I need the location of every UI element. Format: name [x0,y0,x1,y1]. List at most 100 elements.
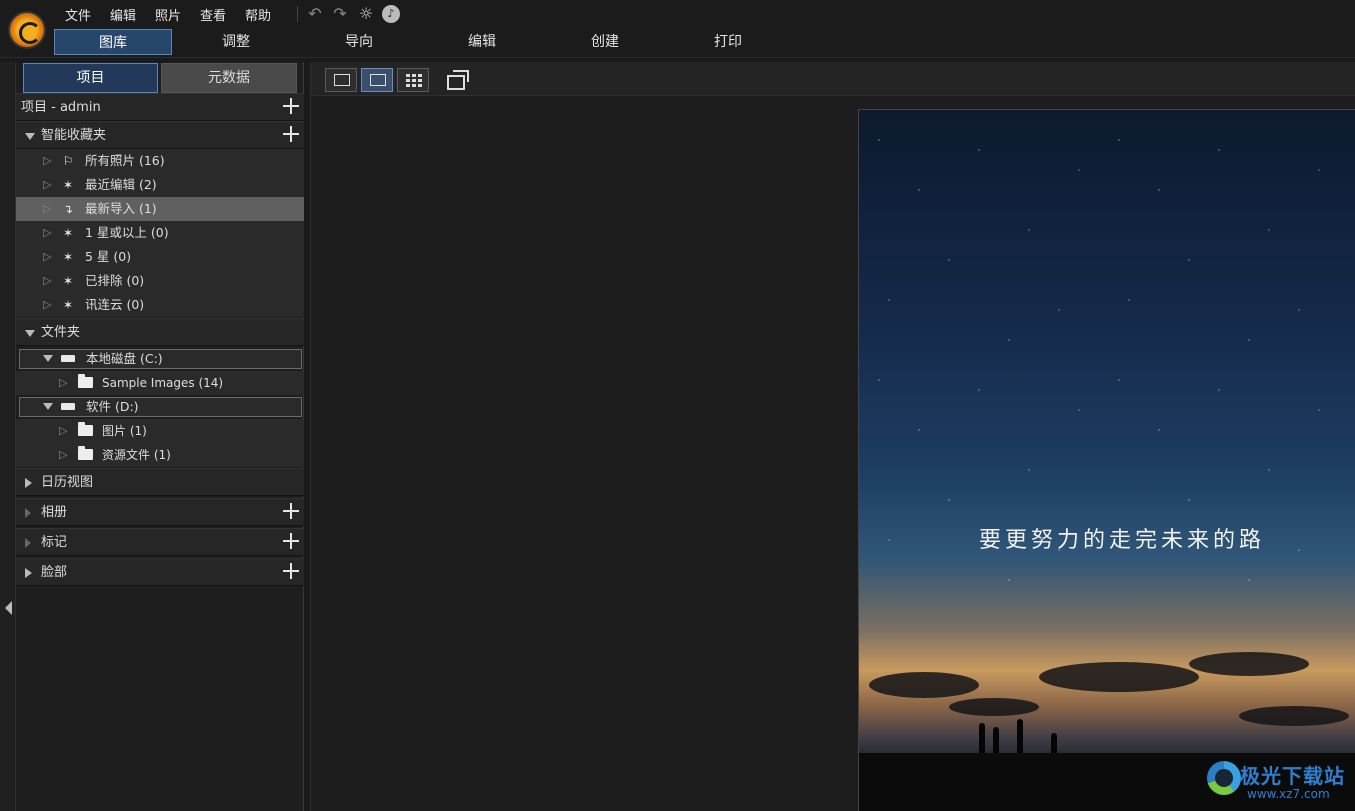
project-header-label: 项目 - admin [21,100,101,115]
list-item-label: 1 星或以上 (0) [85,225,169,240]
cloud [1039,662,1199,692]
add-smart-collection-icon[interactable] [283,126,299,142]
folder-item[interactable]: ▷ 图片 (1) [16,419,304,443]
chevron-right-icon[interactable]: ▷ [59,371,67,395]
drive-item-c[interactable]: 本地磁盘 (C:) [19,349,302,369]
grid-icon [406,74,422,87]
smart-collections-label: 智能收藏夹 [41,128,107,143]
faces-header[interactable]: 脸部 [16,558,304,586]
calendar-header[interactable]: 日历视图 [16,468,304,496]
drive-icon [61,403,75,410]
silhouette [993,727,999,753]
albums-header[interactable]: 相册 [16,498,304,526]
folder-label: Sample Images (14) [102,376,224,390]
starfield [859,110,1355,587]
folders-label: 文件夹 [41,325,81,340]
tab-create[interactable]: 创建 [564,29,646,55]
chevron-right-icon[interactable]: ▷ [43,197,51,221]
tab-metadata[interactable]: 元数据 [161,63,297,93]
list-item-label: 最近编辑 (2) [85,177,157,192]
folders-header[interactable]: 文件夹 [16,318,304,346]
menu-view[interactable]: 查看 [200,5,226,24]
add-project-icon[interactable] [283,98,299,114]
calendar-label: 日历视图 [41,475,94,490]
magic-wand-icon: ✶ [62,226,74,240]
bell-icon[interactable]: ♪ [382,5,400,23]
expand-right-icon[interactable] [25,478,32,488]
module-tabs: 图库 调整 导向 编辑 创建 打印 [0,28,1355,58]
browser-view-icon [334,74,350,86]
list-item[interactable]: ▷ ↴ 最新导入 (1) [16,197,304,221]
magic-wand-icon: ✶ [62,250,74,264]
hierarchy-icon: ⚐ [62,154,74,168]
chevron-right-icon[interactable]: ▷ [43,149,51,173]
cloud [1239,706,1349,726]
tab-adjust[interactable]: 调整 [195,29,277,55]
folder-item[interactable]: ▷ 资源文件 (1) [16,443,304,467]
single-view-button[interactable] [361,68,393,92]
folder-icon [76,446,94,463]
menu-photo[interactable]: 照片 [155,5,181,24]
cloud [869,672,979,698]
folder-item[interactable]: ▷ Sample Images (14) [16,371,304,395]
panel-collapse-bar[interactable] [0,62,16,811]
folder-label: 图片 (1) [102,424,147,438]
browser-view-button[interactable] [325,68,357,92]
tab-edit[interactable]: 编辑 [441,29,523,55]
add-album-icon[interactable] [283,503,299,519]
silhouette [979,723,985,753]
chevron-right-icon[interactable]: ▷ [43,293,51,317]
chevron-right-icon[interactable]: ▷ [43,269,51,293]
tab-projects[interactable]: 项目 [23,63,158,93]
list-item-label: 已排除 (0) [85,273,145,288]
add-tag-icon[interactable] [283,533,299,549]
cloud [949,698,1039,716]
tags-header[interactable]: 标记 [16,528,304,556]
drive-label: 本地磁盘 (C:) [86,351,163,366]
smart-collections-header[interactable]: 智能收藏夹 [16,121,304,149]
view-toolbar [311,62,1355,96]
menu-divider [297,6,298,22]
chevron-right-icon[interactable]: ▷ [43,221,51,245]
expand-down-icon[interactable] [43,355,53,362]
app-logo-icon [8,11,46,49]
list-item[interactable]: ▷ ✶ 1 星或以上 (0) [16,221,304,245]
drive-item-d[interactable]: 软件 (D:) [19,397,302,417]
list-item-label: 最新导入 (1) [85,201,157,216]
redo-icon[interactable]: ↷ [331,5,349,23]
grid-view-button[interactable] [397,68,429,92]
menu-bar: 文件 编辑 照片 查看 帮助 ↶ ↷ ☼ ♪ [0,0,1355,28]
list-item[interactable]: ▷ ✶ 讯连云 (0) [16,293,304,317]
collapse-arrow-icon[interactable] [5,601,12,615]
tags-label: 标记 [41,535,68,550]
fit-screen-icon[interactable] [447,70,469,90]
expand-right-icon[interactable] [25,508,31,518]
chevron-right-icon[interactable]: ▷ [59,443,67,467]
menu-edit[interactable]: 编辑 [110,5,136,24]
expand-right-icon[interactable] [25,538,31,548]
photo-viewer: 要更努力的走完未来的路 [310,62,1355,811]
chevron-right-icon[interactable]: ▷ [43,245,51,269]
list-item[interactable]: ▷ ⚐ 所有照片 (16) [16,149,304,173]
expand-down-icon[interactable] [25,133,35,140]
list-item[interactable]: ▷ ✶ 5 星 (0) [16,245,304,269]
undo-icon[interactable]: ↶ [306,5,324,23]
menu-file[interactable]: 文件 [65,5,91,24]
expand-right-icon[interactable] [25,568,32,578]
expand-down-icon[interactable] [43,403,53,410]
gear-icon[interactable]: ☼ [357,5,375,23]
list-item[interactable]: ▷ ✶ 已排除 (0) [16,269,304,293]
tab-guided[interactable]: 导向 [318,29,400,55]
list-item[interactable]: ▷ ✶ 最近编辑 (2) [16,173,304,197]
chevron-right-icon[interactable]: ▷ [43,173,51,197]
left-panel: 项目 元数据 项目 - admin 智能收藏夹 ▷ ⚐ 所有照片 (16) ▷ … [16,62,304,811]
expand-down-icon[interactable] [25,330,35,337]
project-header: 项目 - admin [16,93,304,121]
menu-help[interactable]: 帮助 [245,5,271,24]
tab-print[interactable]: 打印 [687,29,769,55]
tab-library[interactable]: 图库 [54,29,172,55]
main-photo[interactable]: 要更努力的走完未来的路 [858,109,1355,811]
chevron-right-icon[interactable]: ▷ [59,419,67,443]
add-face-icon[interactable] [283,563,299,579]
watermark-title: 极光下载站 [1240,764,1345,788]
